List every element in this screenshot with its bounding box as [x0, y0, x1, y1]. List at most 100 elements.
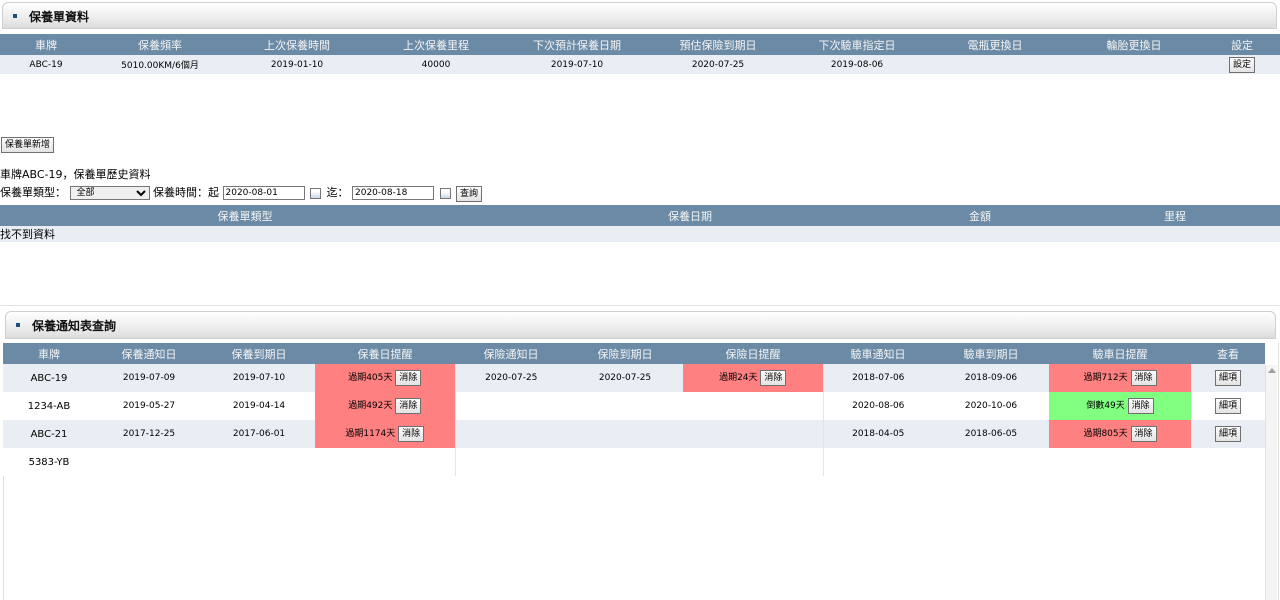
- svc-due-cell: 2019-04-14: [203, 392, 315, 420]
- table-row: ABC-19 5010.00KM/6個月 2019-01-10 40000 20…: [0, 55, 1280, 74]
- calendar-icon[interactable]: [439, 187, 451, 199]
- svc-alert-text: 過期1174天: [345, 429, 396, 439]
- insp-alert-text: 過期712天: [1083, 373, 1128, 383]
- scroll-up-arrow-icon[interactable]: [1267, 368, 1276, 373]
- svc-alert-cell: 過期405天 消除: [315, 364, 455, 392]
- svc-notify-cell: 2019-05-27: [95, 392, 203, 420]
- clear-button[interactable]: 消除: [1130, 370, 1157, 386]
- from-date-input[interactable]: [222, 186, 305, 200]
- col-header: 輪胎更換日: [1064, 34, 1204, 55]
- detail-button[interactable]: 細項: [1214, 370, 1241, 386]
- insp-due-cell: 2018-06-05: [933, 420, 1049, 448]
- col-header: 保養日提醒: [315, 343, 455, 364]
- maintenance-panel-title: 保養單資料: [29, 10, 90, 24]
- clear-button[interactable]: 消除: [398, 426, 425, 442]
- bullet-icon: [13, 14, 17, 18]
- plate-cell: ABC-19: [0, 55, 92, 74]
- detail-button[interactable]: 細項: [1214, 398, 1241, 414]
- table-row: 1234-AB 2019-05-27 2019-04-14 過期492天 消除 …: [3, 392, 1265, 420]
- plate-cell: 5383-YB: [3, 448, 95, 476]
- ins-alert-cell: 過期24天 消除: [683, 364, 823, 392]
- type-select[interactable]: 全部: [69, 186, 150, 200]
- maintenance-table: 車牌 保養頻率 上次保養時間 上次保養里程 下次預計保養日期 預估保險到期日 下…: [0, 34, 1280, 74]
- ins-alert-cell: [683, 392, 823, 420]
- col-header: 設定: [1204, 34, 1280, 55]
- insp-notify-cell: 2018-07-06: [822, 364, 933, 392]
- divider: [0, 305, 1280, 306]
- clear-button[interactable]: 消除: [760, 370, 787, 386]
- detail-cell: 細項: [1191, 392, 1265, 420]
- ins-notify-cell: [454, 420, 567, 448]
- detail-cell: 細項: [1191, 420, 1265, 448]
- col-header: 上次保養里程: [366, 34, 506, 55]
- ins-due-cell: [567, 392, 683, 420]
- col-header: 車牌: [0, 34, 92, 55]
- settings-cell: 設定: [1204, 55, 1280, 74]
- history-table: 保養單類型 保養日期 金額 里程 找不到資料: [0, 205, 1280, 242]
- to-label: 迄：: [326, 186, 349, 199]
- insp-notify-cell: 2020-08-06: [822, 392, 933, 420]
- col-header: 下次預計保養日期: [506, 34, 648, 55]
- clear-button[interactable]: 消除: [1127, 398, 1154, 414]
- insp-alert-text: 過期805天: [1083, 429, 1128, 439]
- col-header: 保養頻率: [92, 34, 228, 55]
- notify-header-row: 車牌 保養通知日 保養到期日 保養日提醒 保險通知日 保險到期日 保險日提醒 驗…: [3, 343, 1265, 364]
- col-header: 下次驗車指定日: [788, 34, 926, 55]
- table-row: 5383-YB: [3, 448, 1265, 476]
- svc-alert-cell: 過期492天 消除: [315, 392, 455, 420]
- col-header: 保養日期: [490, 205, 890, 226]
- col-header: 預估保險到期日: [648, 34, 788, 55]
- ins-due-cell: 2020-07-25: [567, 364, 683, 392]
- svc-due-cell: 2017-06-01: [203, 420, 315, 448]
- add-maintenance-button[interactable]: 保養單新增: [1, 137, 55, 153]
- calendar-icon[interactable]: [310, 187, 321, 199]
- ins-alert-cell: [683, 420, 823, 448]
- detail-button[interactable]: 細項: [1214, 426, 1241, 442]
- notify-panel-header: 保養通知表查詢: [5, 311, 1276, 339]
- detail-cell: 細項: [1191, 364, 1265, 392]
- ins-alert-cell: [683, 448, 823, 476]
- settings-button[interactable]: 設定: [1228, 56, 1255, 73]
- last-service-km-cell: 40000: [366, 55, 506, 74]
- clear-button[interactable]: 消除: [395, 398, 422, 414]
- plate-cell: 1234-AB: [3, 392, 95, 420]
- time-label: 保養時間：起: [153, 186, 219, 199]
- notify-table: 車牌 保養通知日 保養到期日 保養日提醒 保險通知日 保險到期日 保險日提醒 驗…: [3, 343, 1265, 476]
- svc-due-cell: 2019-07-10: [203, 364, 315, 392]
- to-date-input[interactable]: [352, 186, 434, 200]
- col-header: 驗車到期日: [933, 343, 1049, 364]
- svc-due-cell: [203, 448, 315, 476]
- notify-scrollbar[interactable]: [1265, 365, 1277, 600]
- insp-due-cell: 2018-09-06: [933, 364, 1049, 392]
- type-label: 保養單類型：: [0, 186, 66, 199]
- svc-alert-cell: [315, 448, 455, 476]
- history-header-row: 保養單類型 保養日期 金額 里程: [0, 205, 1280, 226]
- query-button[interactable]: 查詢: [456, 186, 483, 202]
- ins-due-cell: [567, 448, 683, 476]
- notify-panel-title: 保養通知表查詢: [32, 319, 117, 333]
- clear-button[interactable]: 消除: [1130, 426, 1157, 442]
- maintenance-panel-header: 保養單資料: [2, 2, 1277, 29]
- col-header: 驗車日提醒: [1049, 343, 1191, 364]
- history-filter-bar: 保養單類型： 全部 保養時間：起 迄： 查詢: [0, 184, 483, 202]
- svc-alert-text: 過期492天: [348, 401, 393, 411]
- col-header: 保養單類型: [0, 205, 490, 226]
- table-row: ABC-21 2017-12-25 2017-06-01 過期1174天 消除 …: [3, 420, 1265, 448]
- col-header: 保養到期日: [203, 343, 315, 364]
- col-header: 保養通知日: [95, 343, 203, 364]
- plate-cell: ABC-21: [3, 420, 95, 448]
- insp-alert-text: 倒數49天: [1086, 401, 1125, 411]
- insp-notify-cell: [822, 448, 933, 476]
- last-service-date-cell: 2019-01-10: [228, 55, 366, 74]
- insp-alert-cell: 過期712天 消除: [1049, 364, 1191, 392]
- bullet-icon: [16, 323, 20, 327]
- tire-date-cell: [1064, 55, 1204, 74]
- ins-due-cell: [567, 420, 683, 448]
- col-header: 金額: [890, 205, 1070, 226]
- clear-button[interactable]: 消除: [395, 370, 422, 386]
- svc-notify-cell: [95, 448, 203, 476]
- detail-cell: [1191, 448, 1265, 476]
- insp-alert-cell: 倒數49天 消除: [1049, 392, 1191, 420]
- table-row: 找不到資料: [0, 226, 1280, 242]
- frequency-cell: 5010.00KM/6個月: [92, 55, 228, 74]
